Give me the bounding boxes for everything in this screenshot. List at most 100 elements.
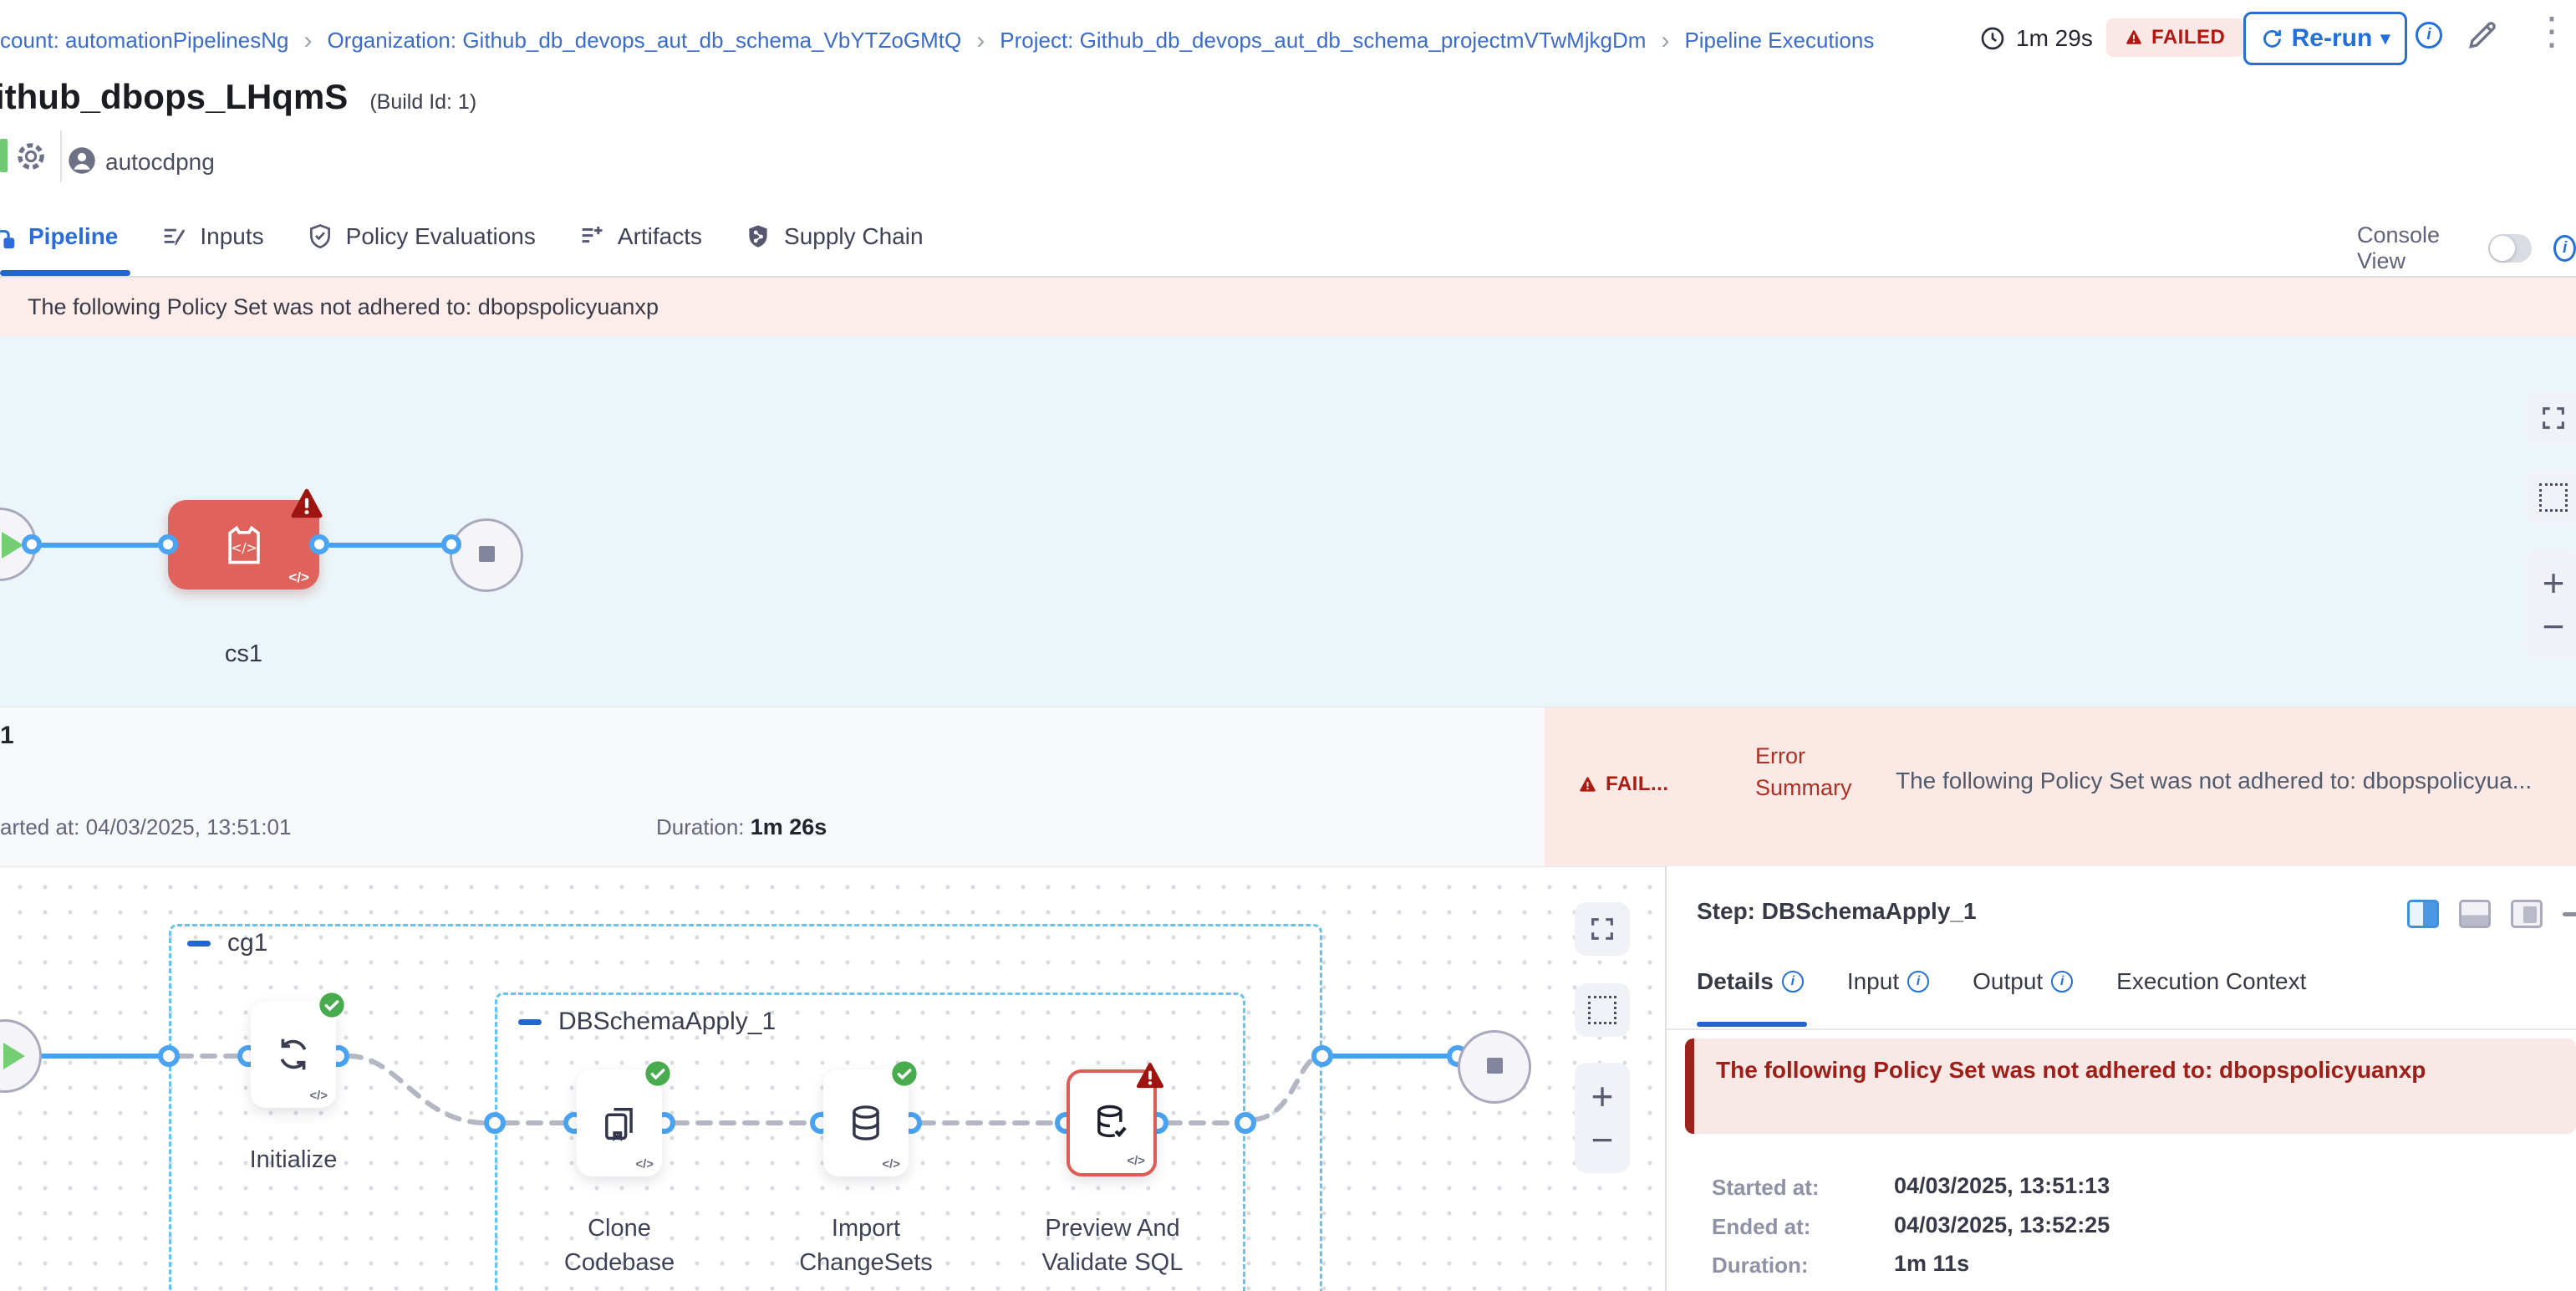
stage-fail-badge: FAIL... [1578,773,1669,796]
sync-icon [272,1033,315,1076]
divider [1667,1028,2576,1030]
code-badge: </> [1127,1154,1145,1168]
refresh-icon [2261,28,2283,50]
rerun-button[interactable]: Re-run ▾ [2243,12,2407,65]
tab-details-label: Details [1697,968,1774,995]
code-badge: </> [882,1157,900,1171]
stage-graph-canvas[interactable]: </> </> cs1 + − [0,336,2576,707]
tab-output[interactable]: Output i [1973,968,2073,995]
info-icon[interactable]: i [2416,22,2442,48]
divider [60,130,62,182]
breadcrumb-account[interactable]: count: automationPipelinesNg [0,28,288,54]
clone-icon [598,1101,641,1145]
success-badge-icon [644,1060,671,1087]
breadcrumb-project[interactable]: Project: Github_db_devops_aut_db_schema_… [1000,28,1646,54]
marquee-icon [1588,996,1616,1024]
supply-chain-shield-icon [744,222,772,251]
pipeline-end-node [450,518,523,592]
layout-right-split-icon[interactable] [2407,900,2439,928]
edit-button[interactable] [2464,17,2501,54]
step-label: Initialize [214,1143,373,1177]
field-value-ended-at: 04/03/2025, 13:52:25 [1894,1212,2110,1238]
database-icon [844,1101,888,1145]
step-node-preview-validate-sql[interactable]: </> [1067,1069,1157,1176]
tab-output-label: Output [1973,968,2043,995]
page-title: ithub_dbops_LHqmS [0,77,348,117]
user-icon [67,145,97,176]
info-icon[interactable]: i [2051,971,2073,992]
list-plus-icon [578,222,606,251]
fullscreen-button[interactable] [1575,902,1630,956]
layout-bottom-split-icon[interactable] [2459,900,2491,928]
shield-check-icon [306,222,334,251]
console-view-toggle[interactable] [2488,234,2532,263]
tab-execution-context[interactable]: Execution Context [2116,968,2306,995]
tab-inputs-label: Inputs [200,223,263,250]
tab-artifacts[interactable]: Artifacts [578,222,702,251]
fullscreen-button[interactable] [2526,391,2576,445]
breadcrumb-pipeline-executions[interactable]: Pipeline Executions [1684,28,1874,54]
connector-dot [158,534,178,554]
step-node-import-changesets[interactable]: </> [823,1069,909,1176]
console-view-control: Console View i [2357,222,2576,274]
stage-duration-value: 1m 26s [751,814,827,839]
marquee-select-button[interactable] [2526,471,2576,524]
zoom-controls: + − [1575,1063,1630,1173]
connector-dot [22,534,42,554]
group-label-cg1: cg1 [187,929,267,957]
tab-policy-evaluations[interactable]: Policy Evaluations [306,222,536,251]
field-label-ended-at: Ended at: [1712,1214,1810,1240]
step-node-initialize[interactable]: </> [251,1001,336,1108]
svg-text:</>: </> [231,539,257,555]
tab-details[interactable]: Details i [1697,968,1804,995]
breadcrumb-organization[interactable]: Organization: Github_db_devops_aut_db_sc… [327,28,961,54]
error-summary-message: The following Policy Set was not adhered… [1896,768,2573,794]
connector-dot [441,534,461,554]
active-tab-underline [1697,1022,1807,1027]
connector-dot [309,534,329,554]
step-label: Clone Codebase [540,1212,699,1279]
info-icon[interactable]: i [1907,971,1929,992]
layout-floating-icon[interactable] [2511,900,2543,928]
step-node-clone-codebase[interactable]: </> [577,1069,662,1176]
tab-pipeline[interactable]: Pipeline [0,222,118,251]
stage-failed-badge [288,485,326,523]
tab-pipeline-label: Pipeline [28,223,118,250]
collapse-icon[interactable] [518,1019,542,1025]
duration-value: 1m 29s [2016,25,2093,52]
step-error-banner: The following Policy Set was not adhered… [1685,1038,2576,1134]
zoom-controls: + − [2526,550,2576,659]
execution-graph-canvas[interactable]: cg1 DBSchemaApply_1 </> Initialize [0,866,1665,1291]
chevron-right-icon: › [303,30,312,52]
zoom-in-button[interactable]: + [2543,564,2565,602]
collapse-icon[interactable] [187,941,211,947]
zoom-out-button[interactable]: − [1591,1120,1614,1159]
custom-stage-icon: </> [220,521,268,569]
stage-started-at: arted at: 04/03/2025, 13:51:01 [0,814,291,840]
database-check-icon [1090,1101,1133,1145]
marquee-select-button[interactable] [1575,983,1630,1037]
tab-supply-chain-label: Supply Chain [784,223,924,250]
breadcrumb: count: automationPipelinesNg › Organizat… [0,28,1874,54]
tab-input[interactable]: Input i [1847,968,1929,995]
group-name: DBSchemaApply_1 [558,1008,776,1036]
info-icon[interactable]: i [1782,971,1804,992]
minimize-panel-button[interactable] [2563,912,2576,916]
play-icon [3,1043,25,1069]
stage-duration: Duration: 1m 26s [656,814,827,840]
zoom-in-button[interactable]: + [1591,1077,1614,1115]
tab-inputs[interactable]: Inputs [160,222,263,251]
settings-button[interactable] [13,139,48,174]
gear-icon [13,139,48,174]
graph-end-node [1458,1030,1531,1104]
pencil-icon [2464,17,2501,54]
execution-duration: 1m 29s [1979,25,2093,52]
zoom-out-button[interactable]: − [2543,607,2565,646]
fullscreen-icon [1588,915,1616,943]
marquee-icon [2539,483,2568,512]
info-icon[interactable]: i [2553,235,2576,262]
edge [40,543,169,548]
more-options-button[interactable]: ⋮ [2533,12,2571,50]
chevron-right-icon: › [1661,30,1669,52]
tab-supply-chain[interactable]: Supply Chain [744,222,924,251]
